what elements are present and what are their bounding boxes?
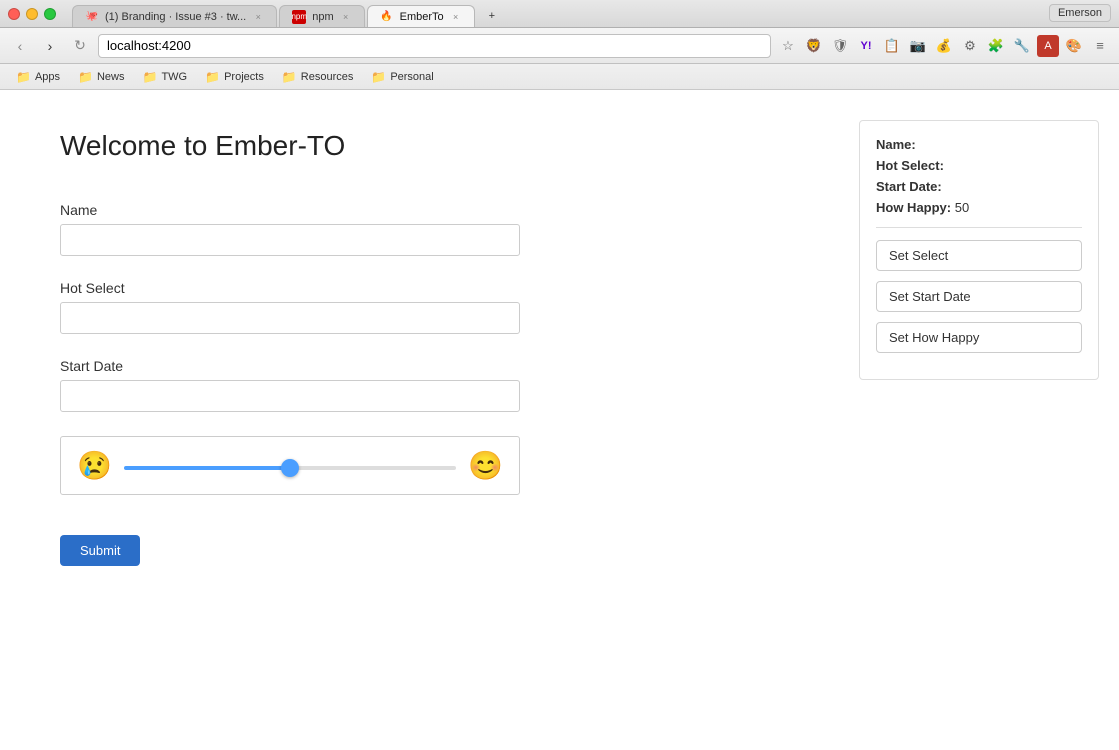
profile-icon[interactable]: A [1037, 35, 1059, 57]
page-content: Welcome to Ember-TO Name Hot Select Star… [0, 90, 839, 750]
sidebar-panel: Name: Hot Select: Start Date: How Happy:… [839, 90, 1119, 750]
tab-npm-close[interactable]: × [340, 11, 352, 23]
forward-button[interactable]: › [38, 35, 62, 57]
github-favicon: 🐙 [85, 10, 99, 24]
folder-icon: 📁 [16, 70, 31, 84]
info-start-date-label: Start Date: [876, 179, 942, 194]
info-start-date-row: Start Date: [876, 179, 1082, 194]
info-divider [876, 227, 1082, 228]
maximize-button[interactable] [44, 8, 56, 20]
happy-emoji: 😊 [468, 449, 503, 482]
bookmark-news-label: News [97, 71, 125, 83]
bookmark-personal[interactable]: 📁 Personal [363, 68, 441, 86]
extension1-icon[interactable]: 🧩 [985, 35, 1007, 57]
clipboard-icon[interactable]: 📋 [881, 35, 903, 57]
tab-github-close[interactable]: × [252, 11, 264, 23]
bookmark-star-icon[interactable]: ☆ [777, 35, 799, 57]
user-badge: Emerson [1049, 4, 1111, 22]
tab-emberto-close[interactable]: × [450, 11, 462, 23]
emberto-favicon: 🔥 [380, 10, 394, 24]
shield-icon[interactable]: 🛡 [829, 35, 851, 57]
bookmark-apps[interactable]: 📁 Apps [8, 68, 68, 86]
slider-container: 😢 😊 [60, 436, 520, 495]
bookmark-news[interactable]: 📁 News [70, 68, 132, 86]
start-date-label: Start Date [60, 358, 520, 374]
tab-npm[interactable]: npm npm × [279, 5, 364, 27]
tab-github-label: (1) Branding · Issue #3 · tw... [105, 11, 246, 23]
page-title: Welcome to Ember-TO [60, 130, 779, 162]
bookmarks-bar: 📁 Apps 📁 News 📁 TWG 📁 Projects 📁 Resourc… [0, 64, 1119, 90]
minimize-button[interactable] [26, 8, 38, 20]
settings-icon[interactable]: ⚙ [959, 35, 981, 57]
address-text: localhost:4200 [107, 38, 191, 53]
extension2-icon[interactable]: 🔧 [1011, 35, 1033, 57]
info-name-row: Name: [876, 137, 1082, 152]
bookmark-resources-label: Resources [301, 71, 354, 83]
folder-icon: 📁 [205, 70, 220, 84]
start-date-input[interactable] [60, 380, 520, 412]
new-tab-button[interactable]: + [477, 5, 501, 27]
hot-select-group: Hot Select [60, 280, 520, 334]
tab-npm-label: npm [312, 11, 333, 23]
bookmark-projects-label: Projects [224, 71, 264, 83]
info-box: Name: Hot Select: Start Date: How Happy:… [859, 120, 1099, 380]
info-how-happy-row: How Happy: 50 [876, 200, 1082, 215]
happiness-slider[interactable] [124, 466, 456, 470]
submit-button[interactable]: Submit [60, 535, 140, 566]
set-select-button[interactable]: Set Select [876, 240, 1082, 271]
info-name-label: Name: [876, 137, 916, 152]
camera-icon[interactable]: 📷 [907, 35, 929, 57]
traffic-lights [8, 8, 56, 20]
hot-select-label: Hot Select [60, 280, 520, 296]
sad-emoji: 😢 [77, 449, 112, 482]
slider-track [124, 458, 456, 473]
toolbar-icons: ☆ 🦁 🛡 Y! 📋 📷 💰 ⚙ 🧩 🔧 A 🎨 ≡ [777, 35, 1111, 57]
colorwheel-icon[interactable]: 🎨 [1063, 35, 1085, 57]
set-how-happy-button[interactable]: Set How Happy [876, 322, 1082, 353]
bookmark-twg-label: TWG [161, 71, 187, 83]
tab-bar: 🐙 (1) Branding · Issue #3 · tw... × npm … [72, 0, 501, 27]
bookmark-personal-label: Personal [390, 71, 433, 83]
start-date-group: Start Date [60, 358, 520, 412]
titlebar: 🐙 (1) Branding · Issue #3 · tw... × npm … [0, 0, 1119, 28]
tab-emberto-label: EmberTo [400, 11, 444, 23]
folder-icon: 📁 [371, 70, 386, 84]
close-button[interactable] [8, 8, 20, 20]
info-how-happy-value: 50 [955, 200, 969, 215]
folder-icon: 📁 [78, 70, 93, 84]
npm-favicon: npm [292, 10, 306, 24]
bookmark-projects[interactable]: 📁 Projects [197, 68, 272, 86]
name-label: Name [60, 202, 520, 218]
bookmark-apps-label: Apps [35, 71, 60, 83]
set-start-date-button[interactable]: Set Start Date [876, 281, 1082, 312]
brave-icon[interactable]: 🦁 [803, 35, 825, 57]
happiness-group: 😢 😊 [60, 436, 520, 495]
menu-icon[interactable]: ≡ [1089, 35, 1111, 57]
info-hot-select-label: Hot Select: [876, 158, 944, 173]
toolbar: ‹ › ↻ localhost:4200 ☆ 🦁 🛡 Y! 📋 📷 💰 ⚙ 🧩 … [0, 28, 1119, 64]
bookmark-twg[interactable]: 📁 TWG [135, 68, 196, 86]
page: Welcome to Ember-TO Name Hot Select Star… [0, 90, 1119, 750]
tab-github[interactable]: 🐙 (1) Branding · Issue #3 · tw... × [72, 5, 277, 27]
form: Name Hot Select Start Date 😢 [60, 202, 520, 566]
name-group: Name [60, 202, 520, 256]
wallet-icon[interactable]: 💰 [933, 35, 955, 57]
back-button[interactable]: ‹ [8, 35, 32, 57]
hot-select-input[interactable] [60, 302, 520, 334]
refresh-button[interactable]: ↻ [68, 35, 92, 57]
address-bar[interactable]: localhost:4200 [98, 34, 771, 58]
yahoo-icon[interactable]: Y! [855, 35, 877, 57]
bookmark-resources[interactable]: 📁 Resources [274, 68, 362, 86]
tab-emberto[interactable]: 🔥 EmberTo × [367, 5, 475, 27]
info-how-happy-label: How Happy: [876, 200, 951, 215]
name-input[interactable] [60, 224, 520, 256]
folder-icon: 📁 [282, 70, 297, 84]
info-hot-select-row: Hot Select: [876, 158, 1082, 173]
folder-icon: 📁 [143, 70, 158, 84]
